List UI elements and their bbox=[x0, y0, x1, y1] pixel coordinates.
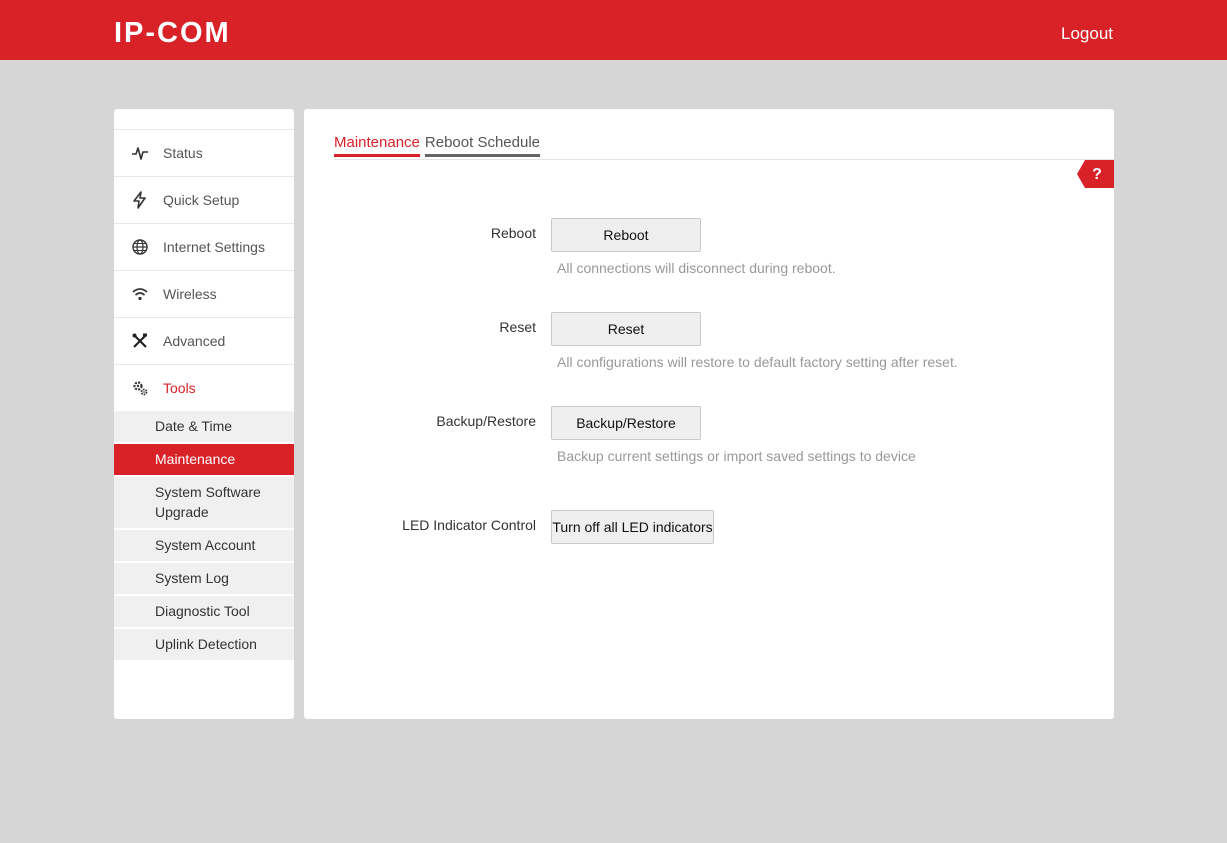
reboot-button[interactable]: Reboot bbox=[551, 218, 701, 252]
sidebar-item-label: Advanced bbox=[163, 333, 226, 349]
backup-restore-button[interactable]: Backup/Restore bbox=[551, 406, 701, 440]
sidebar-item-status[interactable]: Status bbox=[114, 130, 294, 177]
sidebar-item-tools[interactable]: Tools bbox=[114, 365, 294, 412]
reset-button[interactable]: Reset bbox=[551, 312, 701, 346]
submenu-item-system-software-upgrade[interactable]: System Software Upgrade bbox=[114, 477, 294, 530]
backup-restore-label: Backup/Restore bbox=[436, 413, 536, 429]
help-icon: ? bbox=[1092, 166, 1102, 183]
turn-off-led-button[interactable]: Turn off all LED indicators bbox=[551, 510, 714, 544]
submenu-item-system-account[interactable]: System Account bbox=[114, 530, 294, 563]
tab-reboot-schedule[interactable]: Reboot Schedule bbox=[424, 134, 540, 157]
sidebar: Status Quick Setup Internet Settings Wir… bbox=[114, 109, 294, 719]
main-panel: Maintenance Reboot Schedule ? Reboot Reb… bbox=[304, 109, 1114, 719]
lightning-icon bbox=[131, 191, 149, 209]
tools-icon bbox=[131, 332, 149, 350]
reset-label: Reset bbox=[499, 319, 536, 335]
submenu-item-date-time[interactable]: Date & Time bbox=[114, 411, 294, 444]
submenu-item-system-log[interactable]: System Log bbox=[114, 563, 294, 596]
ip-com-logo: IP-COM bbox=[114, 20, 231, 44]
reboot-label: Reboot bbox=[490, 225, 536, 241]
help-button[interactable]: ? bbox=[1077, 160, 1114, 188]
sidebar-item-advanced[interactable]: Advanced bbox=[114, 318, 294, 365]
svg-text:IP-COM: IP-COM bbox=[114, 20, 231, 44]
sidebar-item-label: Internet Settings bbox=[163, 239, 265, 255]
wifi-icon bbox=[131, 285, 149, 303]
top-bar: IP-COM Logout bbox=[0, 0, 1227, 60]
sidebar-item-wireless[interactable]: Wireless bbox=[114, 271, 294, 318]
submenu-item-uplink-detection[interactable]: Uplink Detection bbox=[114, 629, 294, 662]
sidebar-item-internet-settings[interactable]: Internet Settings bbox=[114, 224, 294, 271]
sidebar-item-label: Status bbox=[163, 145, 203, 161]
sidebar-item-label: Wireless bbox=[163, 286, 217, 302]
tab-bar: Maintenance Reboot Schedule bbox=[334, 134, 540, 157]
divider bbox=[334, 159, 1114, 160]
pulse-icon bbox=[131, 144, 149, 162]
sidebar-item-label: Quick Setup bbox=[163, 192, 240, 208]
tab-maintenance[interactable]: Maintenance bbox=[334, 134, 420, 157]
tools-submenu: Date & Time Maintenance System Software … bbox=[114, 411, 294, 662]
reset-hint: All configurations will restore to defau… bbox=[557, 354, 958, 370]
submenu-item-diagnostic-tool[interactable]: Diagnostic Tool bbox=[114, 596, 294, 629]
gears-icon bbox=[131, 379, 149, 397]
globe-icon bbox=[131, 238, 149, 256]
reboot-hint: All connections will disconnect during r… bbox=[557, 260, 836, 276]
logout-link[interactable]: Logout bbox=[1061, 24, 1113, 44]
backup-restore-hint: Backup current settings or import saved … bbox=[557, 448, 916, 464]
sidebar-item-quick-setup[interactable]: Quick Setup bbox=[114, 177, 294, 224]
sidebar-item-label: Tools bbox=[163, 380, 196, 396]
submenu-item-maintenance[interactable]: Maintenance bbox=[114, 444, 294, 477]
led-control-label: LED Indicator Control bbox=[402, 517, 536, 533]
